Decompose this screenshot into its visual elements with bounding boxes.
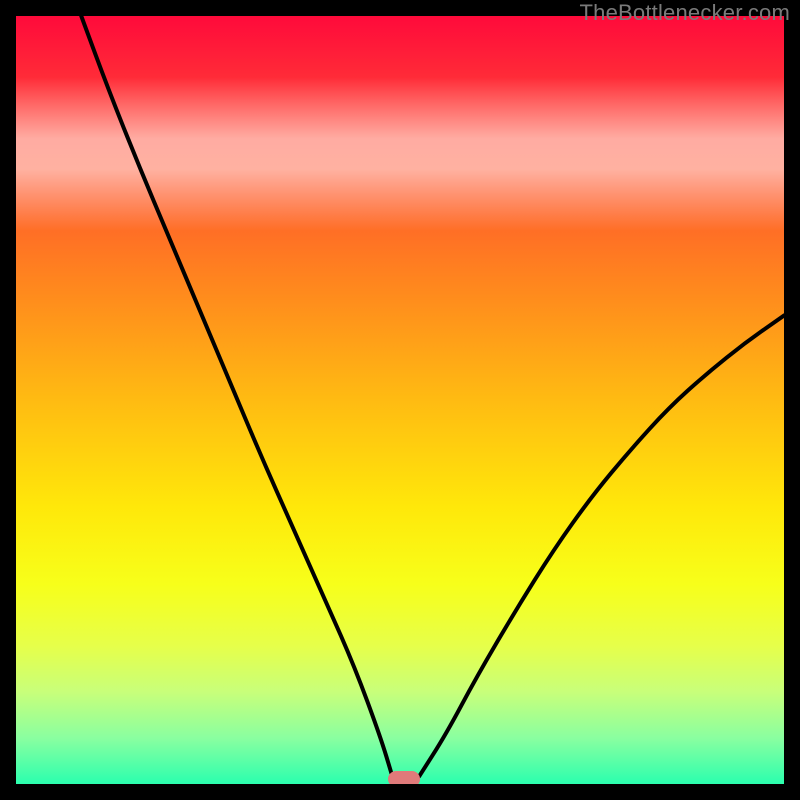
curve-right-branch xyxy=(419,316,784,777)
bottleneck-curve xyxy=(16,16,784,784)
optimal-marker xyxy=(388,771,420,784)
watermark-text: TheBottlenecker.com xyxy=(580,0,790,26)
plot-area xyxy=(16,16,784,784)
chart-frame: TheBottlenecker.com xyxy=(0,0,800,800)
curve-left-branch xyxy=(81,16,392,776)
